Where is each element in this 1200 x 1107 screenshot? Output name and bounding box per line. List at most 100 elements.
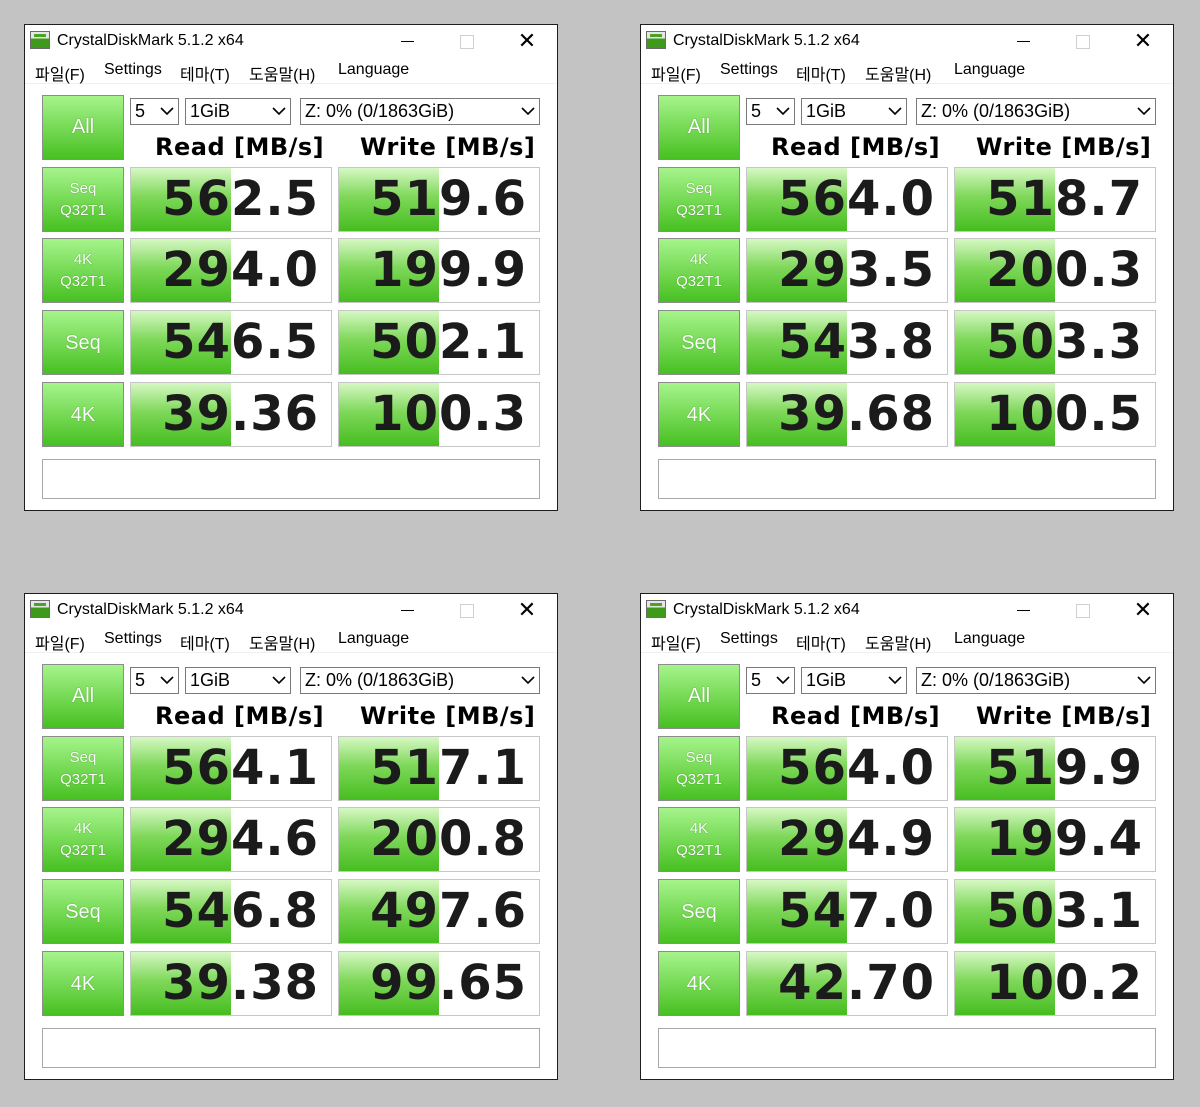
write-value: 100.3 bbox=[370, 386, 527, 442]
test-count-select[interactable]: 5 bbox=[746, 98, 795, 125]
write-value: 519.9 bbox=[986, 740, 1143, 796]
status-bar bbox=[42, 459, 540, 499]
test-button[interactable]: 4K bbox=[42, 951, 124, 1016]
test-label-line1: Seq bbox=[681, 331, 717, 354]
test-button[interactable]: 4K bbox=[658, 382, 740, 447]
maximize-button[interactable] bbox=[1061, 596, 1105, 624]
write-result: 99.65 bbox=[338, 951, 540, 1016]
drive-select[interactable]: Z: 0% (0/1863GiB) bbox=[916, 98, 1156, 125]
all-button[interactable]: All bbox=[658, 664, 740, 729]
menu-settings[interactable]: Settings bbox=[104, 61, 162, 79]
menu-language[interactable]: Language bbox=[338, 61, 409, 79]
read-result: 562.5 bbox=[130, 167, 332, 232]
test-label-line1: 4K bbox=[73, 250, 93, 268]
menu-help[interactable]: 도움말(H) bbox=[249, 630, 315, 654]
title-bar[interactable]: CrystalDiskMark 5.1.2 x64 ✕ bbox=[641, 25, 1173, 57]
all-button[interactable]: All bbox=[658, 95, 740, 160]
menu-settings[interactable]: Settings bbox=[720, 630, 778, 648]
title-bar[interactable]: CrystalDiskMark 5.1.2 x64 ✕ bbox=[25, 25, 557, 57]
menu-settings[interactable]: Settings bbox=[720, 61, 778, 79]
test-size-select[interactable]: 1GiB bbox=[801, 667, 907, 694]
menu-file[interactable]: 파일(F) bbox=[35, 630, 85, 654]
test-button[interactable]: 4K Q32T1 bbox=[658, 807, 740, 872]
write-value: 503.3 bbox=[986, 314, 1143, 370]
all-button[interactable]: All bbox=[42, 95, 124, 160]
close-button[interactable]: ✕ bbox=[1121, 27, 1165, 55]
menu-help[interactable]: 도움말(H) bbox=[865, 630, 931, 654]
write-result: 200.3 bbox=[954, 238, 1156, 303]
test-label-line2: Q32T1 bbox=[60, 272, 106, 290]
menu-theme[interactable]: 테마(T) bbox=[180, 61, 230, 85]
close-button[interactable]: ✕ bbox=[505, 27, 549, 55]
menu-file[interactable]: 파일(F) bbox=[651, 630, 701, 654]
close-button[interactable]: ✕ bbox=[505, 596, 549, 624]
menu-theme[interactable]: 테마(T) bbox=[796, 630, 846, 654]
menu-language[interactable]: Language bbox=[954, 630, 1025, 648]
crystaldiskmark-window: CrystalDiskMark 5.1.2 x64 ✕ 파일(F) Settin… bbox=[640, 593, 1174, 1080]
menu-help[interactable]: 도움말(H) bbox=[249, 61, 315, 85]
test-count-select[interactable]: 5 bbox=[746, 667, 795, 694]
app-icon bbox=[646, 600, 666, 618]
all-button[interactable]: All bbox=[42, 664, 124, 729]
test-button[interactable]: Seq Q32T1 bbox=[658, 167, 740, 232]
write-value: 518.7 bbox=[986, 171, 1143, 227]
write-value: 199.9 bbox=[370, 242, 527, 298]
menu-language[interactable]: Language bbox=[954, 61, 1025, 79]
title-bar[interactable]: CrystalDiskMark 5.1.2 x64 ✕ bbox=[25, 594, 557, 626]
menu-settings[interactable]: Settings bbox=[104, 630, 162, 648]
menu-bar: 파일(F) Settings 테마(T) 도움말(H) Language bbox=[25, 57, 557, 84]
test-button[interactable]: Seq bbox=[658, 310, 740, 375]
maximize-button[interactable] bbox=[445, 27, 489, 55]
test-label-line1: Seq bbox=[65, 900, 101, 923]
drive-select[interactable]: Z: 0% (0/1863GiB) bbox=[916, 667, 1156, 694]
title-bar[interactable]: CrystalDiskMark 5.1.2 x64 ✕ bbox=[641, 594, 1173, 626]
read-value: 564.0 bbox=[778, 171, 935, 227]
minimize-button[interactable] bbox=[385, 596, 429, 624]
maximize-button[interactable] bbox=[445, 596, 489, 624]
test-button[interactable]: 4K bbox=[42, 382, 124, 447]
close-button[interactable]: ✕ bbox=[1121, 596, 1165, 624]
test-button[interactable]: Seq bbox=[658, 879, 740, 944]
chevron-down-icon bbox=[1137, 107, 1151, 116]
write-column-header: Write [MB/s] bbox=[976, 702, 1152, 730]
read-result: 293.5 bbox=[746, 238, 948, 303]
menu-bar: 파일(F) Settings 테마(T) 도움말(H) Language bbox=[25, 626, 557, 653]
test-count-select[interactable]: 5 bbox=[130, 667, 179, 694]
test-button[interactable]: Seq bbox=[42, 310, 124, 375]
read-result: 543.8 bbox=[746, 310, 948, 375]
minimize-button[interactable] bbox=[385, 27, 429, 55]
drive-select[interactable]: Z: 0% (0/1863GiB) bbox=[300, 98, 540, 125]
test-count-select[interactable]: 5 bbox=[130, 98, 179, 125]
test-size-select[interactable]: 1GiB bbox=[185, 98, 291, 125]
drive-select[interactable]: Z: 0% (0/1863GiB) bbox=[300, 667, 540, 694]
menu-file[interactable]: 파일(F) bbox=[651, 61, 701, 85]
write-result: 503.3 bbox=[954, 310, 1156, 375]
test-button[interactable]: 4K Q32T1 bbox=[42, 238, 124, 303]
menu-theme[interactable]: 테마(T) bbox=[180, 630, 230, 654]
test-button[interactable]: 4K Q32T1 bbox=[42, 807, 124, 872]
menu-language[interactable]: Language bbox=[338, 630, 409, 648]
menu-theme[interactable]: 테마(T) bbox=[796, 61, 846, 85]
minimize-button[interactable] bbox=[1001, 27, 1045, 55]
maximize-icon bbox=[1076, 34, 1090, 49]
test-button[interactable]: Seq Q32T1 bbox=[42, 167, 124, 232]
menu-file[interactable]: 파일(F) bbox=[35, 61, 85, 85]
test-button[interactable]: 4K Q32T1 bbox=[658, 238, 740, 303]
test-label-line2: Q32T1 bbox=[676, 841, 722, 859]
test-label-line1: 4K bbox=[689, 819, 709, 837]
test-button[interactable]: 4K bbox=[658, 951, 740, 1016]
minimize-icon bbox=[1016, 41, 1030, 43]
write-result: 518.7 bbox=[954, 167, 1156, 232]
chevron-down-icon bbox=[160, 107, 174, 116]
test-button[interactable]: Seq bbox=[42, 879, 124, 944]
write-value: 502.1 bbox=[370, 314, 527, 370]
test-button[interactable]: Seq Q32T1 bbox=[42, 736, 124, 801]
test-size-select[interactable]: 1GiB bbox=[185, 667, 291, 694]
close-icon: ✕ bbox=[517, 597, 537, 622]
test-button[interactable]: Seq Q32T1 bbox=[658, 736, 740, 801]
test-size-select[interactable]: 1GiB bbox=[801, 98, 907, 125]
maximize-icon bbox=[1076, 603, 1090, 618]
minimize-button[interactable] bbox=[1001, 596, 1045, 624]
maximize-button[interactable] bbox=[1061, 27, 1105, 55]
menu-help[interactable]: 도움말(H) bbox=[865, 61, 931, 85]
